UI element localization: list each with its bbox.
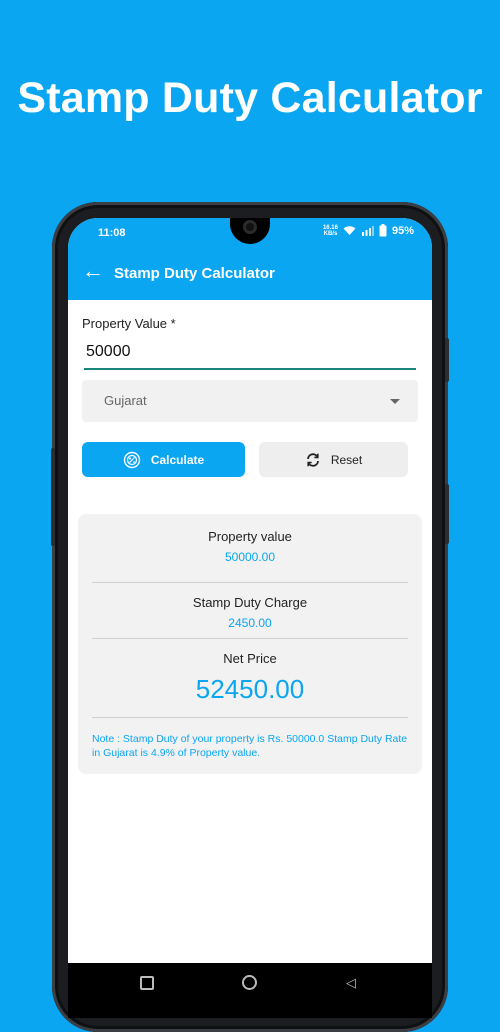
- net-price-value: 52450.00: [195, 674, 305, 704]
- stamp-duty-note: Note : Stamp Duty of your property is Rs…: [92, 733, 408, 759]
- property-value-label: Property Value *: [82, 316, 176, 331]
- stamp-duty-label: Stamp Duty Charge: [192, 595, 308, 610]
- nav-back-icon[interactable]: ◁: [346, 976, 356, 989]
- net-price-label: Net Price: [223, 651, 277, 666]
- stamp-duty-value: 2450.00: [228, 616, 272, 630]
- state-dropdown[interactable]: Gujarat: [82, 380, 418, 422]
- refresh-icon: [306, 452, 319, 467]
- network-speed: 16.16 KB/s: [323, 225, 338, 237]
- nav-home-icon[interactable]: [242, 975, 257, 990]
- divider: [92, 717, 408, 718]
- phone-volume-button: [445, 484, 449, 544]
- signal-icon: [361, 226, 374, 236]
- calculate-button[interactable]: Calculate: [82, 442, 245, 477]
- state-selected-value: Gujarat: [104, 393, 147, 408]
- app-bar-title: Stamp Duty Calculator: [114, 265, 275, 282]
- divider: [92, 638, 408, 639]
- promo-title: Stamp Duty Calculator: [17, 74, 483, 122]
- reset-button-label: Reset: [330, 452, 363, 467]
- battery-icon: [379, 224, 387, 237]
- dropdown-arrow-icon: [390, 399, 400, 404]
- system-nav-bar: ◁: [68, 963, 432, 1018]
- phone-left-button: [51, 448, 55, 546]
- property-value-result-label: Property value: [208, 529, 292, 544]
- reset-button[interactable]: Reset: [259, 442, 408, 477]
- calculator-icon: [123, 451, 141, 468]
- status-icons: 16.16 KB/s 95%: [323, 224, 414, 237]
- property-value-result: 50000.00: [224, 550, 276, 564]
- phone-screen: 11:08 16.16 KB/s 95% ← Stamp Duty Calcul…: [68, 218, 432, 1018]
- property-value-input[interactable]: [84, 336, 416, 370]
- app-bar: ← Stamp Duty Calculator: [68, 248, 432, 300]
- wifi-icon: [343, 226, 356, 235]
- battery-level: 95%: [391, 224, 414, 237]
- phone-power-button: [445, 338, 449, 382]
- calculate-button-label: Calculate: [150, 452, 205, 467]
- result-card: Property value 50000.00 Stamp Duty Charg…: [78, 514, 422, 774]
- divider: [92, 582, 408, 583]
- network-speed-unit: KB/s: [323, 230, 338, 237]
- nav-recents-icon[interactable]: [140, 976, 154, 990]
- back-arrow-icon[interactable]: ←: [82, 259, 104, 283]
- network-speed-value: 16.16: [322, 224, 338, 231]
- status-time: 11:08: [98, 227, 126, 239]
- front-camera: [243, 220, 257, 234]
